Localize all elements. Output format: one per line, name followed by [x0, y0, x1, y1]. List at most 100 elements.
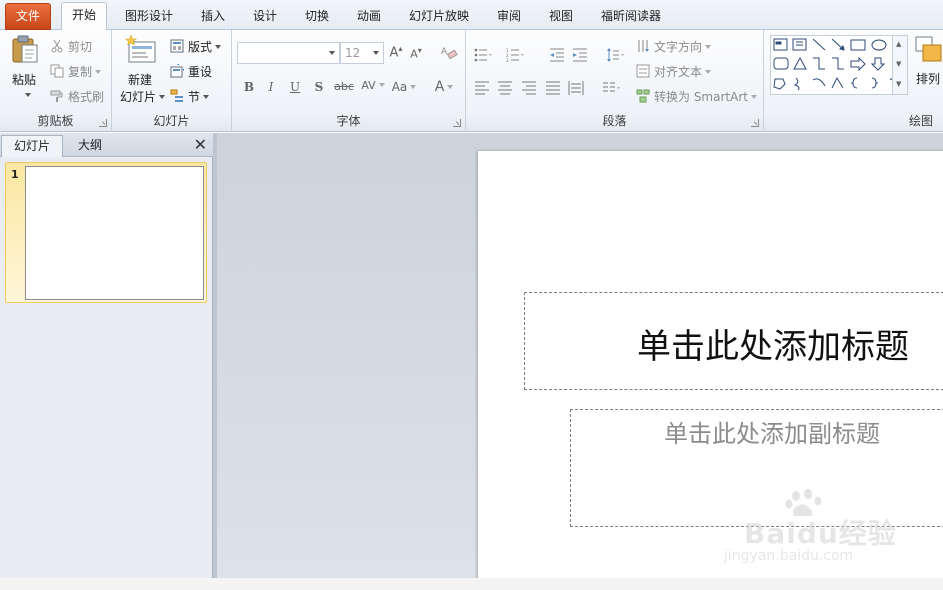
change-case-button[interactable]: Aa [390, 80, 418, 94]
bottom-strip [0, 578, 943, 590]
tab-file[interactable]: 文件 [5, 3, 52, 30]
tab-design[interactable]: 设计 [243, 4, 287, 30]
font-group: 12 A▴ A▾ A B I U S abc AV Aa A 字体 [232, 30, 466, 132]
tab-outline[interactable]: 大纲 [66, 135, 114, 157]
line-spacing-icon[interactable] [606, 48, 624, 62]
distributed-icon[interactable] [568, 81, 586, 95]
grow-font-button[interactable]: A▴ [387, 44, 405, 60]
shapes-gallery[interactable] [770, 35, 908, 95]
tab-view[interactable]: 视图 [539, 4, 583, 30]
chevron-down-icon [705, 70, 712, 74]
scroll-up-icon[interactable]: ▲ [896, 40, 901, 48]
cut-label: 剪切 [68, 40, 93, 54]
copy-label: 复制 [68, 65, 93, 79]
slide-number: 1 [11, 168, 19, 181]
format-painter-label: 格式刷 [68, 90, 105, 104]
layout-label: 版式 [188, 40, 213, 54]
chevron-down-icon [329, 51, 335, 55]
reset-button[interactable]: 重设 [170, 63, 212, 80]
align-center-icon[interactable] [497, 81, 515, 95]
numbering-icon[interactable]: 123 [506, 48, 524, 62]
title-placeholder[interactable]: 单击此处添加标题 [524, 292, 943, 390]
new-slide-button[interactable]: 新建 [128, 71, 152, 88]
font-name-combo[interactable] [237, 42, 340, 64]
clipboard-dialog-launcher-icon[interactable] [99, 119, 107, 127]
tab-slideshow[interactable]: 幻灯片放映 [399, 4, 479, 30]
paragraph-dialog-launcher-icon[interactable] [751, 119, 759, 127]
tab-slides[interactable]: 幻灯片 [1, 135, 64, 157]
new-slide-icon [125, 34, 156, 63]
slides-outline-pane: 幻灯片 大纲 ✕ 1 [0, 133, 213, 578]
arrange-icon [915, 36, 942, 62]
decrease-indent-icon[interactable] [549, 48, 567, 62]
chevron-down-icon [410, 85, 417, 89]
copy-icon [50, 64, 64, 78]
layout-button[interactable]: 版式 [170, 38, 222, 55]
new-slide-dropdown[interactable]: 幻灯片 [120, 88, 166, 105]
copy-button[interactable]: 复制 [50, 63, 102, 80]
align-left-icon[interactable] [474, 81, 492, 95]
align-text-button[interactable]: 对齐文本 [636, 63, 712, 80]
text-direction-button[interactable]: 文字方向 [636, 38, 712, 55]
title-placeholder-text: 单击此处添加标题 [637, 327, 909, 367]
smartart-label: 转换为 SmartArt [654, 90, 748, 104]
tab-transitions[interactable]: 切换 [295, 4, 339, 30]
baidu-watermark: Baidu经验 jingyan.baidu.com [724, 488, 904, 568]
align-right-icon[interactable] [521, 81, 539, 95]
format-painter-button[interactable]: 格式刷 [50, 88, 104, 105]
slides-group-label: 幻灯片 [153, 114, 190, 128]
shrink-font-label: A [410, 47, 418, 61]
font-size-combo[interactable]: 12 [340, 42, 384, 64]
chevron-down-icon [447, 85, 454, 89]
cut-button[interactable]: 剪切 [50, 38, 92, 55]
tab-insert[interactable]: 插入 [191, 4, 235, 30]
gallery-more-icon[interactable]: ▼ [896, 80, 901, 88]
slides-group: 新建 幻灯片 版式 重设 节 幻灯片 [112, 30, 232, 132]
reset-label: 重设 [188, 65, 213, 79]
tab-foxit-reader[interactable]: 福昕阅读器 [591, 4, 671, 30]
strikethrough-button[interactable]: abc [331, 80, 357, 93]
shadow-button[interactable]: S [310, 80, 328, 94]
paste-icon [12, 35, 38, 63]
character-spacing-button[interactable]: AV [360, 79, 386, 92]
tab-animations[interactable]: 动画 [347, 4, 391, 30]
columns-icon[interactable] [602, 81, 620, 95]
layout-icon [170, 39, 184, 53]
section-button[interactable]: 节 [170, 88, 210, 105]
shrink-font-button[interactable]: A▾ [407, 46, 425, 61]
scissors-icon [51, 39, 63, 53]
italic-button[interactable]: I [262, 80, 280, 94]
chevron-down-icon [705, 45, 712, 49]
justify-icon[interactable] [545, 81, 563, 95]
paste-dropdown-icon[interactable] [25, 93, 31, 97]
font-dialog-launcher-icon[interactable] [453, 119, 461, 127]
clipboard-group: 粘贴 剪切 复制 格式刷 剪贴板 [0, 30, 112, 132]
change-case-label: Aa [391, 80, 408, 94]
increase-indent-icon[interactable] [572, 48, 590, 62]
bold-button[interactable]: B [240, 80, 258, 94]
underline-button[interactable]: U [286, 80, 304, 94]
text-direction-label: 文字方向 [654, 40, 703, 54]
ribbon-tab-bar: 文件 开始 图形设计 插入 设计 切换 动画 幻灯片放映 审阅 视图 福昕阅读器 [0, 0, 943, 31]
close-pane-icon[interactable]: ✕ [194, 135, 207, 155]
slide-thumbnail-item[interactable]: 1 [5, 162, 207, 303]
slide-thumbnail[interactable] [25, 166, 204, 300]
font-color-button[interactable]: A [430, 79, 458, 95]
shapes-gallery-scroll[interactable]: ▲ ▼ ▼ [892, 35, 908, 95]
scroll-down-icon[interactable]: ▼ [896, 60, 901, 68]
font-size-value: 12 [345, 46, 361, 60]
format-painter-icon [50, 90, 63, 102]
chevron-down-icon [750, 95, 757, 99]
tab-review[interactable]: 审阅 [487, 4, 531, 30]
bullets-icon[interactable] [474, 48, 492, 62]
svg-text:3: 3 [506, 58, 509, 62]
paragraph-group-label: 段落 [602, 114, 627, 128]
arrange-button[interactable]: 排列 [916, 70, 940, 87]
tab-home[interactable]: 开始 [61, 2, 108, 31]
clear-formatting-icon[interactable]: A [440, 44, 458, 60]
section-icon [170, 89, 183, 102]
paste-button[interactable]: 粘贴 [12, 71, 36, 88]
pane-tabs: 幻灯片 大纲 ✕ [0, 133, 213, 157]
tab-graphic-design[interactable]: 图形设计 [115, 4, 183, 30]
convert-smartart-button[interactable]: 转换为 SmartArt [636, 88, 757, 105]
